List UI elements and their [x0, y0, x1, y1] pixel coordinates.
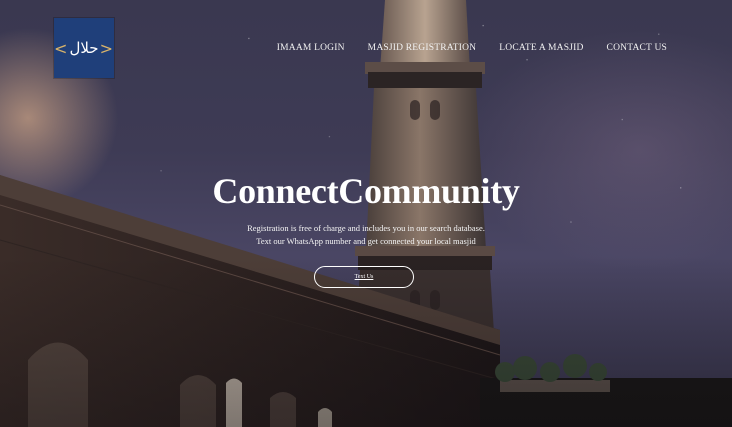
- hero-headline: ConnectCommunity: [212, 171, 520, 211]
- hero-subtext: Registration is free of charge and inclu…: [0, 222, 732, 247]
- logo-left-bracket: <: [54, 38, 69, 58]
- hero-subtext-line-2: Text our WhatsApp number and get connect…: [256, 235, 476, 246]
- main-navigation: IMAAM LOGIN MASJID REGISTRATION LOCATE A…: [277, 43, 667, 53]
- nav-masjid-registration[interactable]: MASJID REGISTRATION: [368, 43, 477, 53]
- nav-imaam-login[interactable]: IMAAM LOGIN: [277, 43, 345, 53]
- hero-section: < حلال > IMAAM LOGIN MASJID REGISTRATION…: [0, 0, 732, 427]
- hero-subtext-line-1: Registration is free of charge and inclu…: [247, 223, 485, 233]
- nav-locate-masjid[interactable]: LOCATE A MASJID: [499, 43, 583, 53]
- nav-contact-us[interactable]: CONTACT US: [607, 43, 667, 53]
- text-us-button[interactable]: Text Us: [314, 266, 414, 288]
- logo-arabic-text: حلال: [69, 39, 99, 57]
- site-logo[interactable]: < حلال >: [54, 18, 114, 78]
- logo-right-bracket: >: [99, 38, 114, 58]
